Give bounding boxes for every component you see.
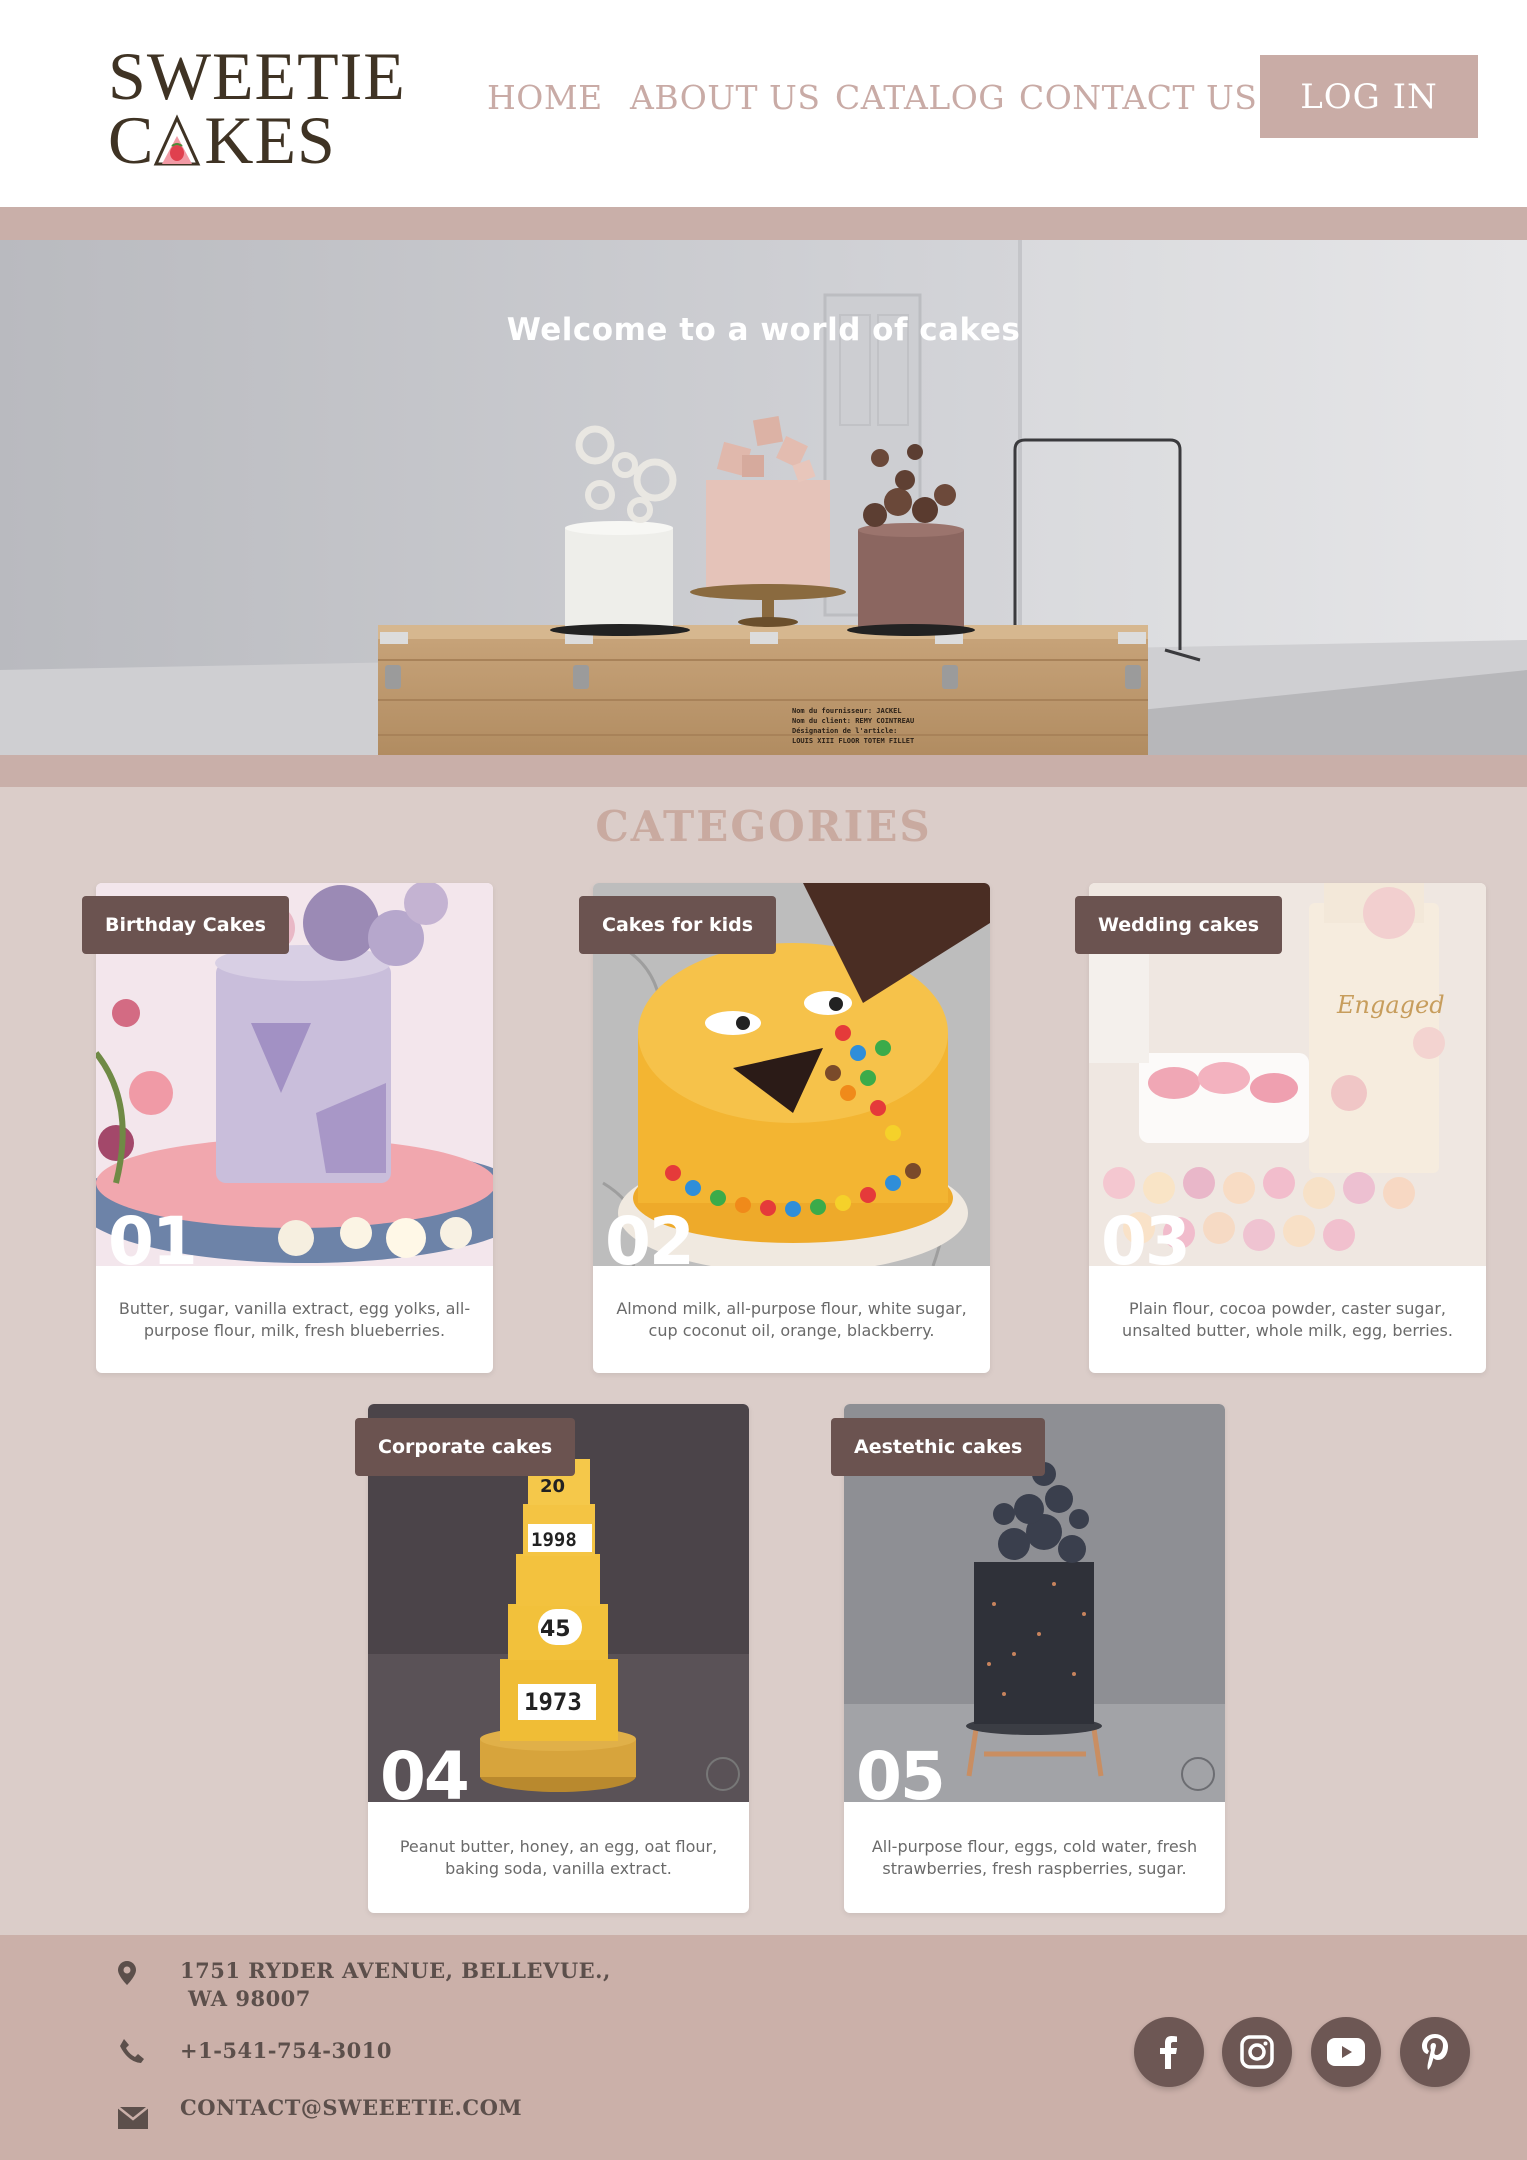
facebook-icon[interactable] <box>1134 2017 1204 2087</box>
cake-label-20: 20 <box>540 1476 565 1497</box>
crate-text-1: Nom du fournisseur: JACKEL <box>792 707 902 715</box>
phone-icon <box>118 2038 146 2069</box>
card-number: 02 <box>605 1203 695 1280</box>
login-button[interactable]: LOG IN <box>1260 55 1478 138</box>
logo-letters-kes: KES <box>204 102 336 178</box>
card-number: 05 <box>856 1738 946 1815</box>
category-tag-wedding[interactable]: Wedding cakes <box>1075 896 1283 954</box>
card-number: 01 <box>108 1203 198 1280</box>
nav-home[interactable]: HOME <box>487 78 603 117</box>
card-number: 04 <box>380 1738 470 1815</box>
address-line-1: 1751 RYDER AVENUE, BELLEVUE., <box>180 1958 611 1983</box>
category-tag-corporate[interactable]: Corporate cakes <box>355 1418 576 1476</box>
category-card-birthday[interactable]: 01 Butter, sugar, vanilla extract, egg y… <box>96 883 493 1373</box>
cake-label-1998: 1998 <box>531 1529 577 1551</box>
logo-line-2: C KES <box>108 102 398 178</box>
card-description: Peanut butter, honey, an egg, oat flour,… <box>399 1837 718 1878</box>
cake-slice-logo-icon <box>152 112 202 168</box>
site-header: SWEETIE C KES HOME ABOUT US CATALOG CONT… <box>0 0 1527 207</box>
location-pin-icon <box>118 1961 136 1990</box>
crate-text-3: Désignation de l'article: <box>792 727 897 735</box>
email-address[interactable]: CONTACT@SWEEETIE.COM <box>180 2093 522 2122</box>
nav-contact-us[interactable]: CONTACT US <box>1019 78 1257 117</box>
category-tag-kids[interactable]: Cakes for kids <box>579 896 777 954</box>
pinterest-icon[interactable] <box>1400 2017 1470 2087</box>
category-tag-birthday[interactable]: Birthday Cakes <box>82 896 289 954</box>
card-description: Almond milk, all-purpose flour, white su… <box>616 1299 967 1340</box>
cake-label-1973: 1973 <box>524 1688 582 1716</box>
logo-line-1: SWEETIE <box>108 38 406 114</box>
category-card-corporate[interactable]: 1973 45 1998 20 04 Peanut butter, honey,… <box>368 1404 749 1913</box>
crate-text-4: LOUIS XIII FLOOR TOTEM FILLET <box>792 737 914 745</box>
card-number: 03 <box>1101 1203 1191 1280</box>
address-line-2: WA 98007 <box>188 1986 311 2011</box>
card-description: All-purpose flour, eggs, cold water, fre… <box>871 1837 1198 1878</box>
category-card-wedding[interactable]: Engaged 03 Plain flour, cocoa powder, ca… <box>1089 883 1486 1373</box>
category-card-kids[interactable]: 02 Almond milk, all-purpose flour, white… <box>593 883 990 1373</box>
youtube-icon[interactable] <box>1311 2017 1381 2087</box>
logo-letter-c: C <box>108 102 155 178</box>
cake-label-45: 45 <box>540 1617 571 1642</box>
card-description: Plain flour, cocoa powder, caster sugar,… <box>1122 1299 1453 1340</box>
phone-number[interactable]: +1-541-754-3010 <box>180 2036 392 2065</box>
crate-text-2: Nom du client: REMY COINTREAU <box>792 717 914 725</box>
hero-title: Welcome to a world of cakes <box>506 312 1021 348</box>
mail-icon <box>117 2106 149 2134</box>
site-footer: 1751 RYDER AVENUE, BELLEVUE., WA 98007 +… <box>0 1935 1527 2160</box>
categories-title: CATEGORIES <box>595 802 932 851</box>
card-description: Butter, sugar, vanilla extract, egg yolk… <box>118 1299 471 1340</box>
nav-catalog[interactable]: CATALOG <box>835 78 1005 117</box>
instagram-icon[interactable] <box>1222 2017 1292 2087</box>
category-tag-aesthetic[interactable]: Aestethic cakes <box>831 1418 1046 1476</box>
brand-logo[interactable]: SWEETIE C KES <box>108 38 406 178</box>
category-card-aesthetic[interactable]: 05 All-purpose flour, eggs, cold water, … <box>844 1404 1225 1913</box>
engaged-topper-text: Engaged <box>1336 991 1445 1019</box>
nav-about-us[interactable]: ABOUT US <box>630 78 820 117</box>
